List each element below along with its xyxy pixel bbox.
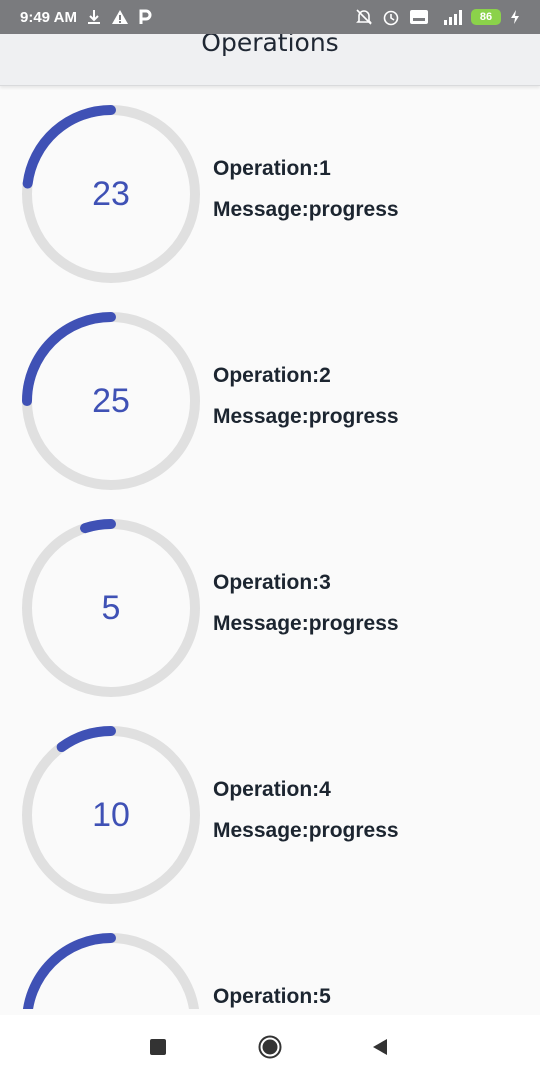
operation-label: Operation:3: [213, 571, 331, 594]
operation-label: Operation:1: [213, 157, 331, 180]
status-bar: 9:49 AM 86: [0, 0, 540, 34]
parking-icon: [138, 8, 152, 26]
app-bar: Operations: [0, 34, 540, 86]
operation-label: Operation:2: [213, 364, 331, 387]
navigation-bar: [0, 1015, 540, 1080]
alarm-icon: [382, 8, 400, 26]
message-label: Message:progress: [213, 198, 399, 221]
volte-icon: [409, 8, 429, 26]
page-title: Operations: [201, 34, 339, 57]
progress-value: 23: [92, 174, 130, 213]
status-left: 9:49 AM: [20, 8, 152, 26]
operation-item[interactable]: 10 Operation:4 Message:progress: [0, 708, 540, 915]
operation-item[interactable]: 25 Operation:2 Message:progress: [0, 294, 540, 501]
operation-label: Operation:5: [213, 985, 331, 1008]
operations-list[interactable]: 23 Operation:1 Message:progress 25 Operation…: [0, 87, 540, 1009]
signal-icon: [438, 8, 462, 26]
operation-label: Operation:4: [213, 778, 331, 801]
recents-square-icon[interactable]: [146, 1035, 170, 1059]
operation-item[interactable]: 23 Operation:1 Message:progress: [0, 87, 540, 294]
home-circle-icon[interactable]: [258, 1035, 282, 1059]
message-label: Message:progress: [213, 612, 399, 635]
back-triangle-icon[interactable]: [368, 1035, 392, 1059]
warning-icon: [111, 8, 129, 26]
charging-icon: [510, 8, 520, 26]
progress-value: [18, 929, 204, 1009]
message-label: Message:progress: [213, 405, 399, 428]
battery-indicator: 86: [471, 9, 501, 25]
progress-value: 10: [92, 795, 130, 834]
operation-item[interactable]: 5 Operation:3 Message:progress: [0, 501, 540, 708]
progress-value: 25: [92, 381, 130, 420]
status-time: 9:49 AM: [20, 8, 77, 26]
message-label: Message:progress: [213, 819, 399, 842]
progress-value: 5: [101, 588, 121, 627]
status-right: 86: [355, 8, 520, 26]
mute-bell-icon: [355, 8, 373, 26]
download-icon: [86, 8, 102, 26]
operation-item[interactable]: Operation:5: [0, 915, 540, 1009]
